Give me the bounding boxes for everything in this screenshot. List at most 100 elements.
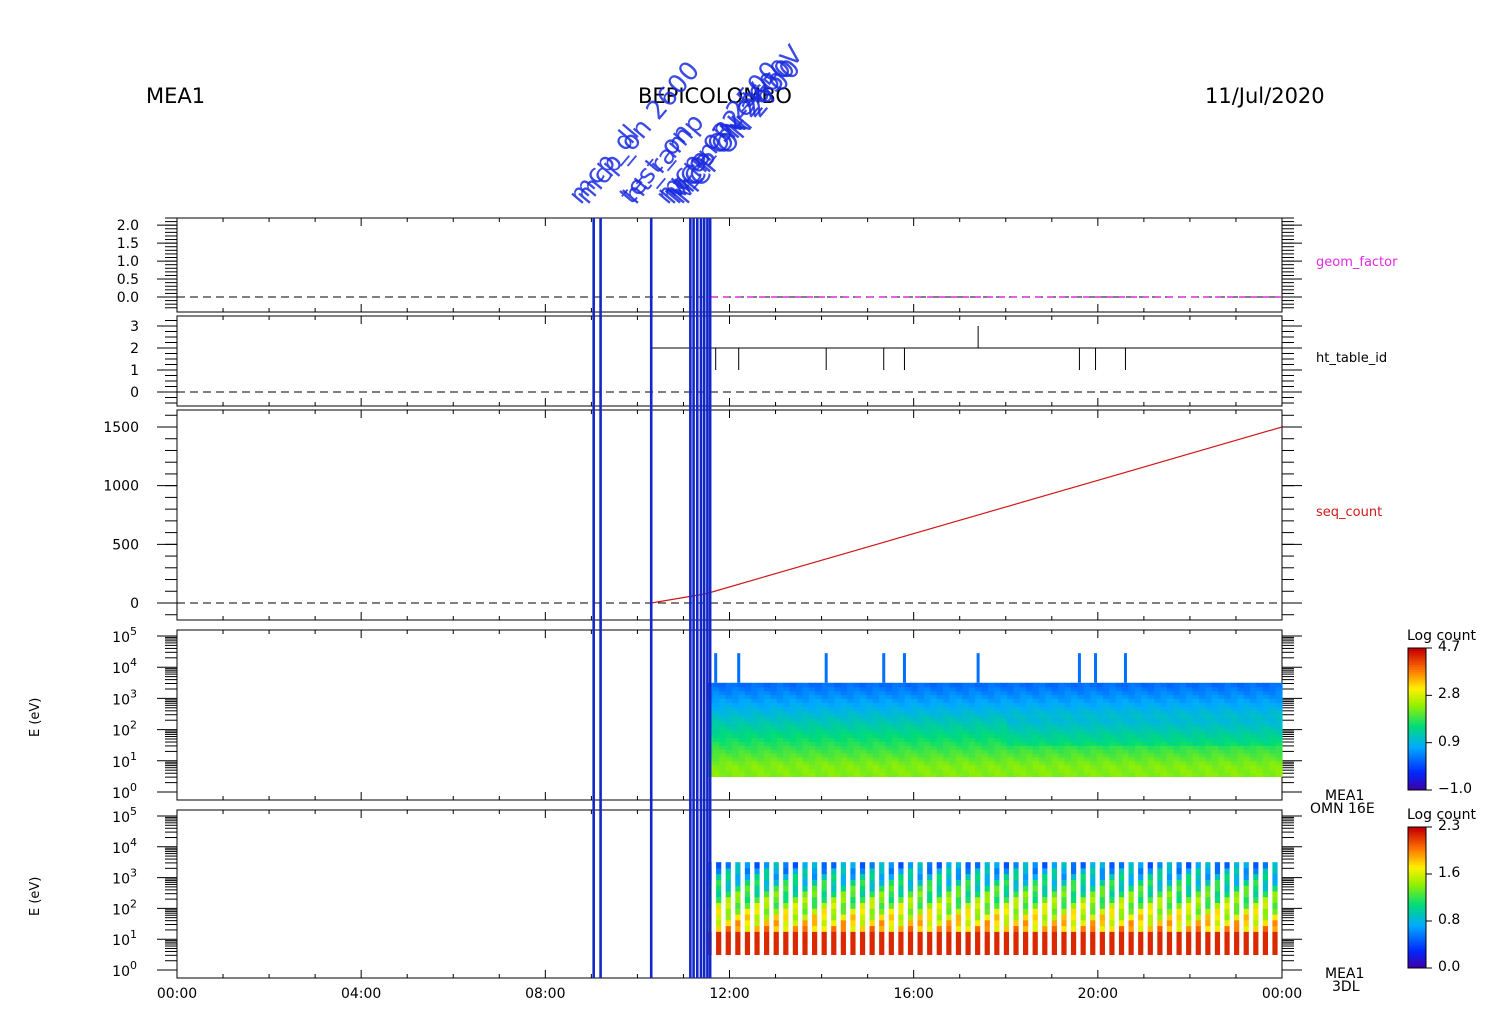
heatmap-cell: [716, 919, 722, 927]
heatmap-cell: [1211, 725, 1219, 731]
heatmap-cell: [907, 914, 914, 921]
heatmap-cell: [1045, 753, 1053, 758]
heatmap-cell: [792, 948, 799, 955]
heatmap-cell: [783, 756, 791, 762]
heatmap-cell: [1118, 902, 1125, 909]
heatmap-cell: [917, 690, 925, 696]
heatmap-cell: [987, 698, 995, 703]
heatmap-cell: [1099, 873, 1105, 880]
heatmap-cell: [904, 686, 912, 692]
heatmap-cell: [1000, 764, 1008, 770]
heatmap-cell: [783, 686, 791, 692]
heatmap-cell: [994, 729, 1002, 735]
heatmap-cell: [1176, 873, 1182, 880]
heatmap-cell: [879, 862, 885, 869]
heatmap-cell: [712, 702, 720, 707]
heatmap-cell: [1218, 733, 1226, 738]
heatmap-cell: [1032, 862, 1038, 869]
heatmap-cell: [1253, 937, 1259, 944]
heatmap-cell: [898, 914, 904, 921]
heatmap-cell: [776, 772, 784, 777]
heatmap-cell: [1198, 721, 1206, 727]
heatmap-cell: [885, 686, 893, 692]
heatmap-cell: [1234, 937, 1240, 944]
heatmap-cell: [955, 721, 963, 727]
heatmap-cell: [1243, 902, 1249, 909]
heatmap-cell: [1224, 867, 1230, 875]
heatmap-cell: [1000, 710, 1008, 715]
heatmap-cell: [1198, 741, 1206, 746]
heatmap-cell: [827, 733, 835, 738]
heatmap-cell: [834, 729, 842, 735]
heatmap-cell: [802, 714, 810, 719]
heatmap-cell: [885, 760, 893, 766]
heatmap-cell: [923, 725, 931, 731]
y-tick-label: 0.5: [117, 272, 139, 288]
heatmap-cell: [1058, 756, 1066, 762]
heatmap-cell: [764, 772, 772, 777]
heatmap-cell: [1157, 943, 1163, 950]
heatmap-cell: [1083, 702, 1091, 707]
heatmap-cell: [1128, 717, 1136, 723]
heatmap-cell: [1166, 772, 1174, 777]
heatmap-cell: [1237, 686, 1245, 692]
heatmap-cell: [1230, 682, 1238, 688]
heatmap-cell: [831, 891, 837, 898]
heatmap-cell: [1122, 698, 1130, 703]
heatmap-cell: [917, 710, 925, 715]
heatmap-cell: [783, 937, 789, 944]
heatmap-cell: [1173, 729, 1181, 735]
heatmap-cell: [744, 702, 752, 707]
heatmap-cell: [1157, 867, 1163, 875]
heatmap-cell: [866, 710, 874, 715]
heatmap-cell: [955, 745, 963, 750]
heatmap-cell: [946, 943, 952, 950]
heatmap-cell: [1061, 879, 1067, 886]
heatmap-cell: [946, 896, 952, 904]
heatmap-cell: [962, 694, 970, 699]
heatmap-cell: [1026, 710, 1034, 715]
heatmap-cell: [770, 741, 778, 746]
heatmap-cell: [968, 698, 976, 703]
heatmap-cell: [885, 749, 893, 754]
heatmap-cell: [1090, 943, 1096, 950]
heatmap-cell: [898, 745, 906, 750]
heatmap-cell: [1154, 741, 1162, 746]
heatmap-cell: [1173, 753, 1181, 758]
heatmap-cell: [811, 862, 818, 869]
heatmap-cell: [1269, 686, 1277, 692]
heatmap-cell: [975, 764, 983, 770]
heatmap-cell: [1157, 919, 1163, 927]
heatmap-cell: [930, 756, 938, 762]
heatmap-cell: [1250, 714, 1258, 719]
heatmap-cell: [1224, 741, 1232, 746]
heatmap-cell: [879, 694, 887, 699]
heatmap-cell: [744, 756, 752, 762]
heatmap-cell: [847, 710, 855, 715]
heatmap-cell: [738, 686, 746, 692]
heatmap-cell: [1070, 741, 1078, 746]
heatmap-cell: [783, 919, 789, 927]
heatmap-cell: [1128, 706, 1136, 711]
heatmap-cell: [1128, 756, 1136, 762]
heatmap-cell: [1096, 745, 1104, 750]
heatmap-cell: [1090, 862, 1096, 869]
heatmap-cell: [898, 706, 906, 711]
heatmap-cell: [1218, 686, 1226, 692]
heatmap-cell: [783, 896, 789, 904]
heatmap-cell: [1250, 772, 1258, 777]
heatmap-cell: [725, 768, 733, 774]
heatmap-cell: [859, 908, 866, 915]
heatmap-cell: [751, 714, 759, 719]
heatmap-cell: [943, 725, 951, 731]
heatmap-cell: [1198, 749, 1206, 754]
heatmap-cell: [789, 729, 797, 735]
heatmap-cell: [831, 937, 837, 944]
heatmap-cell: [1128, 931, 1134, 938]
heatmap-cell: [712, 729, 720, 735]
heatmap-cell: [1154, 749, 1162, 754]
y-tick-exponent: 1: [130, 928, 137, 941]
heatmap-cell: [751, 772, 759, 777]
heatmap-cell: [911, 706, 919, 711]
heatmap-cell: [773, 937, 779, 944]
